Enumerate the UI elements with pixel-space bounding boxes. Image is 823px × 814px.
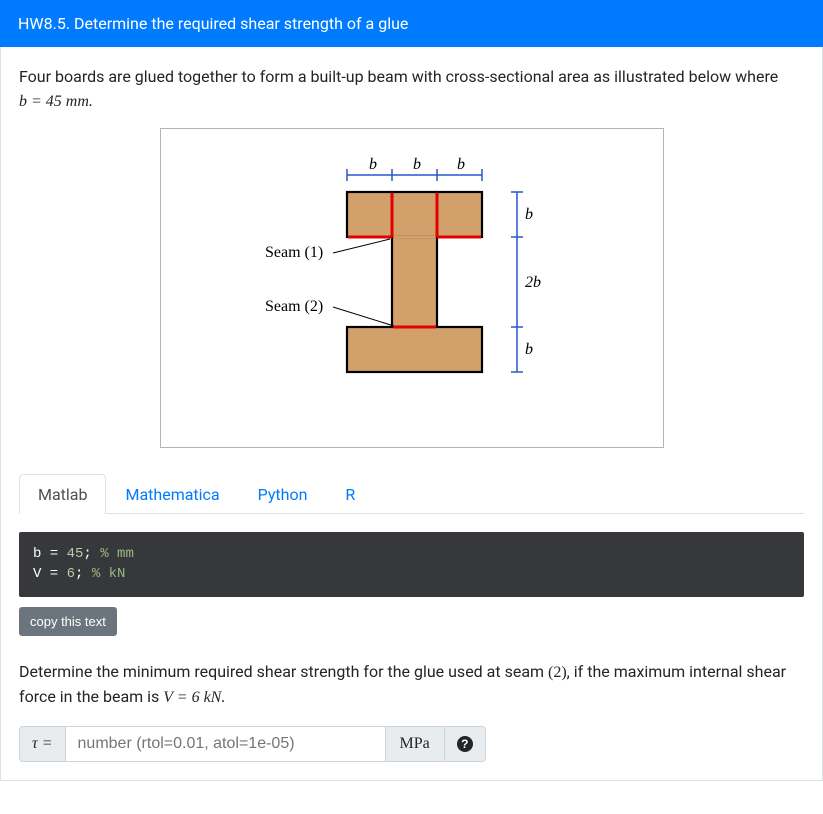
question-part1: Determine the minimum required shear str…	[19, 662, 548, 681]
code-tabs: Matlab Mathematica Python R	[19, 474, 804, 514]
code-block: b = 45; % mm V = 6; % kN	[19, 532, 804, 597]
answer-unit: MPa	[386, 726, 445, 762]
copy-button[interactable]: copy this text	[19, 607, 117, 636]
seam2-label: Seam (2)	[265, 298, 323, 315]
seam1-label: Seam (1)	[265, 244, 323, 261]
dim-b-top-3: b	[457, 157, 465, 173]
dim-b-right-1: b	[525, 206, 533, 223]
tab-r[interactable]: R	[326, 474, 374, 514]
dim-b-right-2: b	[525, 341, 533, 358]
figure-container: b b b b 2b b	[19, 128, 804, 452]
answer-row: τ = MPa ?	[19, 726, 804, 762]
prompt-line1: Four boards are glued together to form a…	[19, 67, 778, 86]
prompt-math: b = 45 mm.	[19, 93, 93, 110]
dim-b-top-1: b	[369, 157, 377, 173]
question-header: HW8.5. Determine the required shear stre…	[0, 0, 823, 47]
prompt-text: Four boards are glued together to form a…	[19, 65, 804, 114]
beam-diagram: b b b b 2b b	[197, 157, 627, 417]
help-button[interactable]: ?	[445, 726, 486, 762]
tab-matlab[interactable]: Matlab	[19, 474, 106, 514]
answer-symbol: τ =	[19, 726, 66, 762]
dim-2b-right: 2b	[525, 274, 541, 291]
header-title: HW8.5. Determine the required shear stre…	[18, 14, 408, 33]
question-text: Determine the minimum required shear str…	[19, 660, 804, 710]
answer-input[interactable]	[66, 726, 386, 762]
cross-section-figure: b b b b 2b b	[160, 128, 664, 448]
question-body: Four boards are glued together to form a…	[0, 47, 823, 781]
help-icon: ?	[457, 736, 473, 752]
question-seam-num: (2)	[548, 664, 567, 681]
dim-b-top-2: b	[413, 157, 421, 173]
tab-python[interactable]: Python	[239, 474, 327, 514]
tab-mathematica[interactable]: Mathematica	[106, 474, 238, 514]
question-force: V = 6 kN.	[163, 689, 225, 706]
